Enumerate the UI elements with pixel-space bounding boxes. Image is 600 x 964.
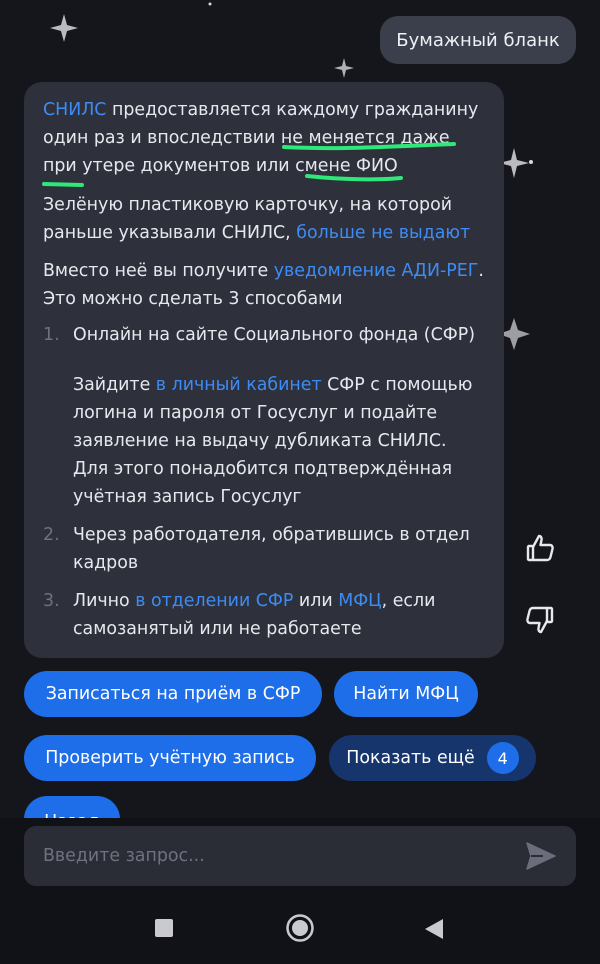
list-item: 3. Лично в отделении СФР или МФЦ, если с… [43, 587, 486, 643]
chip-show-more-label: Показать ещё [346, 748, 475, 768]
message-input-bar [24, 826, 576, 886]
link-no-longer-issued[interactable]: больше не выдают [296, 223, 470, 243]
thumbs-down-icon[interactable] [524, 604, 556, 636]
circle-icon[interactable] [285, 913, 315, 943]
chip-find-mfc[interactable]: Найти МФЦ [334, 671, 478, 717]
link-snils[interactable]: СНИЛС [43, 100, 106, 120]
paragraph-instead: Вместо неё вы получите уведомление АДИ-Р… [43, 257, 486, 313]
star-icon [529, 160, 533, 164]
text: Вместо неё вы получите [43, 261, 274, 281]
bot-message-bubble: СНИЛС предоставляется каждому гражданину… [24, 82, 504, 658]
list-item-text: Лично в отделении СФР или МФЦ, если само… [73, 587, 486, 643]
link-adi-reg[interactable]: уведомление АДИ-РЕГ [274, 261, 479, 281]
star-icon [334, 58, 354, 78]
message-input[interactable] [24, 826, 504, 886]
more-count-badge: 4 [486, 742, 519, 774]
text: или [250, 156, 296, 176]
list-item-title: Онлайн на сайте Социального фонда (СФР) [73, 325, 475, 345]
chip-show-more[interactable]: Показать ещё 4 [329, 735, 536, 781]
link-mfc[interactable]: МФЦ [338, 591, 381, 611]
text: Зайдите [73, 375, 156, 395]
text: Лично [73, 591, 136, 611]
underlined-text: смене ФИО [295, 156, 398, 176]
paragraph-snils: СНИЛС предоставляется каждому гражданину… [43, 96, 486, 180]
user-message-text: Бумажный бланк [396, 29, 560, 51]
chip-check-account[interactable]: Проверить учётную запись [24, 735, 316, 781]
triangle-back-icon[interactable] [424, 918, 444, 940]
list-item-text: Через работодателя, обратившись в отдел … [73, 525, 470, 573]
star-icon [208, 2, 212, 6]
list-number: 3. [43, 591, 60, 611]
link-sfr-office[interactable]: в отделении СФР [135, 591, 293, 611]
link-personal-account[interactable]: в личный кабинет [156, 375, 322, 395]
chip-book-appointment-sfr[interactable]: Записаться на приём в СФР [24, 671, 322, 717]
list-item: 2. Через работодателя, обратившись в отд… [43, 521, 486, 577]
list-number: 1. [43, 325, 60, 345]
paragraph-card: Зелёную пластиковую карточку, на которой… [43, 191, 486, 247]
send-icon[interactable] [526, 842, 556, 870]
star-icon [50, 14, 78, 42]
list-item-detail: Зайдите в личный кабинет СФР с помощью л… [73, 371, 486, 511]
text: или [293, 591, 339, 611]
list-number: 2. [43, 525, 60, 545]
user-message-bubble: Бумажный бланк [380, 16, 576, 64]
thumbs-up-icon[interactable] [524, 532, 556, 564]
list-item: 1. Онлайн на сайте Социального фонда (СФ… [43, 321, 486, 511]
square-icon[interactable] [155, 919, 173, 937]
methods-list: 1. Онлайн на сайте Социального фонда (СФ… [43, 321, 486, 643]
